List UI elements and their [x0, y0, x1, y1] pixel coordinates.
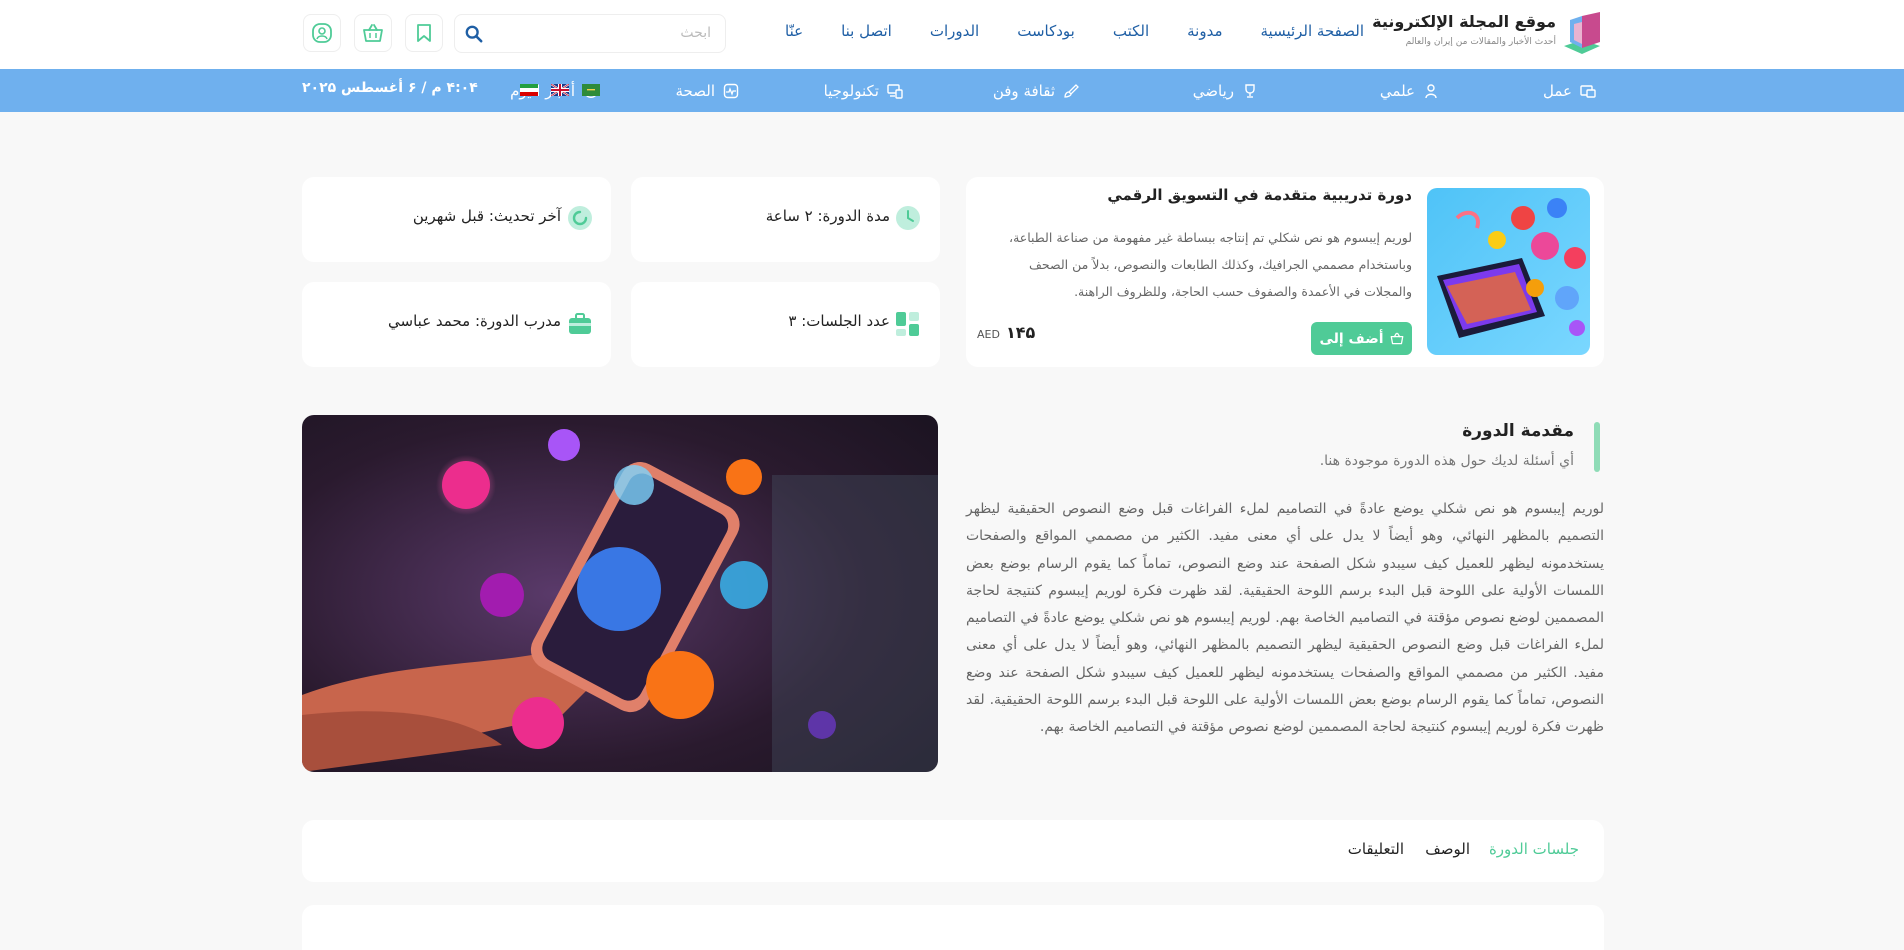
brush-icon	[1064, 83, 1079, 98]
intro-subtitle: أي أسئلة لديك حول هذه الدورة موجودة هنا.	[1319, 453, 1574, 469]
price-currency: AED	[977, 328, 1000, 341]
category-label: تكنولوجيا	[823, 81, 879, 100]
basket-icon	[363, 24, 383, 42]
cart-button[interactable]	[354, 14, 392, 52]
clock-icon	[896, 206, 920, 230]
bookmark-icon	[417, 24, 431, 42]
nav-blog[interactable]: مدونة	[1187, 22, 1222, 40]
bookmark-button[interactable]	[405, 14, 443, 52]
section-accent-bar	[1594, 422, 1600, 472]
category-label: عمل	[1543, 81, 1572, 100]
search-placeholder: ابحث	[680, 25, 711, 41]
refresh-icon	[568, 206, 592, 230]
trophy-icon	[1245, 83, 1255, 98]
devices-icon	[887, 83, 903, 99]
play-icon[interactable]	[577, 547, 661, 631]
tab-description[interactable]: الوصف	[1425, 840, 1470, 858]
intro-title: مقدمة الدورة	[1462, 421, 1574, 441]
category-technology[interactable]: تكنولوجيا	[824, 69, 903, 112]
course-last-update: آخر تحديث: قبل شهرين	[412, 207, 561, 225]
info-card-sessions	[631, 282, 940, 367]
tab-course-sessions[interactable]: جلسات الدورة	[1489, 840, 1579, 858]
person-icon	[1425, 83, 1437, 98]
nav-contact[interactable]: اتصل بنا	[841, 22, 892, 40]
sessions-list-card	[302, 905, 1604, 950]
category-label: الصحة	[675, 81, 715, 100]
logo-book-icon[interactable]	[1560, 10, 1604, 58]
course-instructor: مدرب الدورة: محمد عباسي	[388, 312, 561, 330]
category-label: علمي	[1379, 81, 1415, 100]
site-header: موقع المجلة الإلكترونية أحدث الأخبار وال…	[0, 0, 1904, 69]
nav-courses[interactable]: الدورات	[930, 22, 979, 40]
grid-icon	[896, 312, 919, 336]
category-sports[interactable]: رياضي	[1193, 69, 1258, 112]
user-icon	[312, 23, 332, 43]
basket-icon	[1390, 332, 1403, 345]
site-title: موقع المجلة الإلكترونية	[1372, 12, 1556, 31]
category-science[interactable]: علمي	[1380, 69, 1439, 112]
course-title: دورة تدريبية متقدمة في التسويق الرقمي	[1107, 186, 1412, 204]
flag-united-kingdom-icon[interactable]	[551, 84, 569, 96]
nav-home[interactable]: الصفحة الرئيسية	[1261, 22, 1365, 40]
account-button[interactable]	[303, 14, 341, 52]
category-health[interactable]: الصحة	[676, 69, 739, 112]
course-description: لوريم إيبسوم هو نص شكلي تم إنتاجه ببساطة…	[1009, 230, 1412, 299]
tab-comments[interactable]: التعليقات	[1348, 840, 1404, 858]
business-icon	[1580, 84, 1596, 98]
intro-body: لوريم إيبسوم هو نص شكلي يوضع عادةً في ال…	[966, 501, 1604, 736]
category-culture-art[interactable]: ثقافة وفن	[993, 69, 1079, 112]
flag-iran-icon[interactable]	[520, 84, 538, 96]
course-price: AED ۱۴۵	[977, 323, 1035, 342]
category-bar	[0, 69, 1904, 112]
add-to-cart-label: أضف إلى	[1319, 330, 1384, 347]
site-logo-text[interactable]: موقع المجلة الإلكترونية أحدث الأخبار وال…	[1372, 12, 1556, 47]
course-thumbnail-image[interactable]	[1427, 188, 1590, 355]
category-business[interactable]: عمل	[1543, 69, 1596, 112]
course-duration: مدة الدورة: ۲ ساعة	[765, 207, 890, 225]
current-datetime: ۴:۰۴ م / ۶ أغسطس ۲۰۲۵	[302, 80, 478, 96]
price-value: ۱۴۵	[1005, 323, 1036, 342]
nav-podcast[interactable]: بودكاست	[1017, 22, 1075, 40]
health-icon	[723, 83, 739, 98]
add-to-cart-button[interactable]: أضف إلى	[1311, 322, 1412, 355]
flag-saudi-icon[interactable]	[582, 84, 600, 96]
course-tabs	[302, 820, 1604, 882]
nav-books[interactable]: الكتب	[1113, 22, 1149, 40]
search-icon[interactable]	[465, 25, 483, 43]
main-nav: الصفحة الرئيسية مدونة الكتب بودكاست الدو…	[785, 22, 1364, 40]
course-sessions: عدد الجلسات: ۳	[788, 312, 890, 330]
search-input[interactable]: ابحث	[454, 14, 726, 53]
briefcase-icon	[569, 313, 591, 334]
category-label: ثقافة وفن	[992, 81, 1055, 100]
site-subtitle: أحدث الأخبار والمقالات من إيران والعالم	[1405, 37, 1556, 47]
nav-about[interactable]: عنّا	[785, 22, 803, 40]
category-label: رياضي	[1192, 81, 1234, 100]
